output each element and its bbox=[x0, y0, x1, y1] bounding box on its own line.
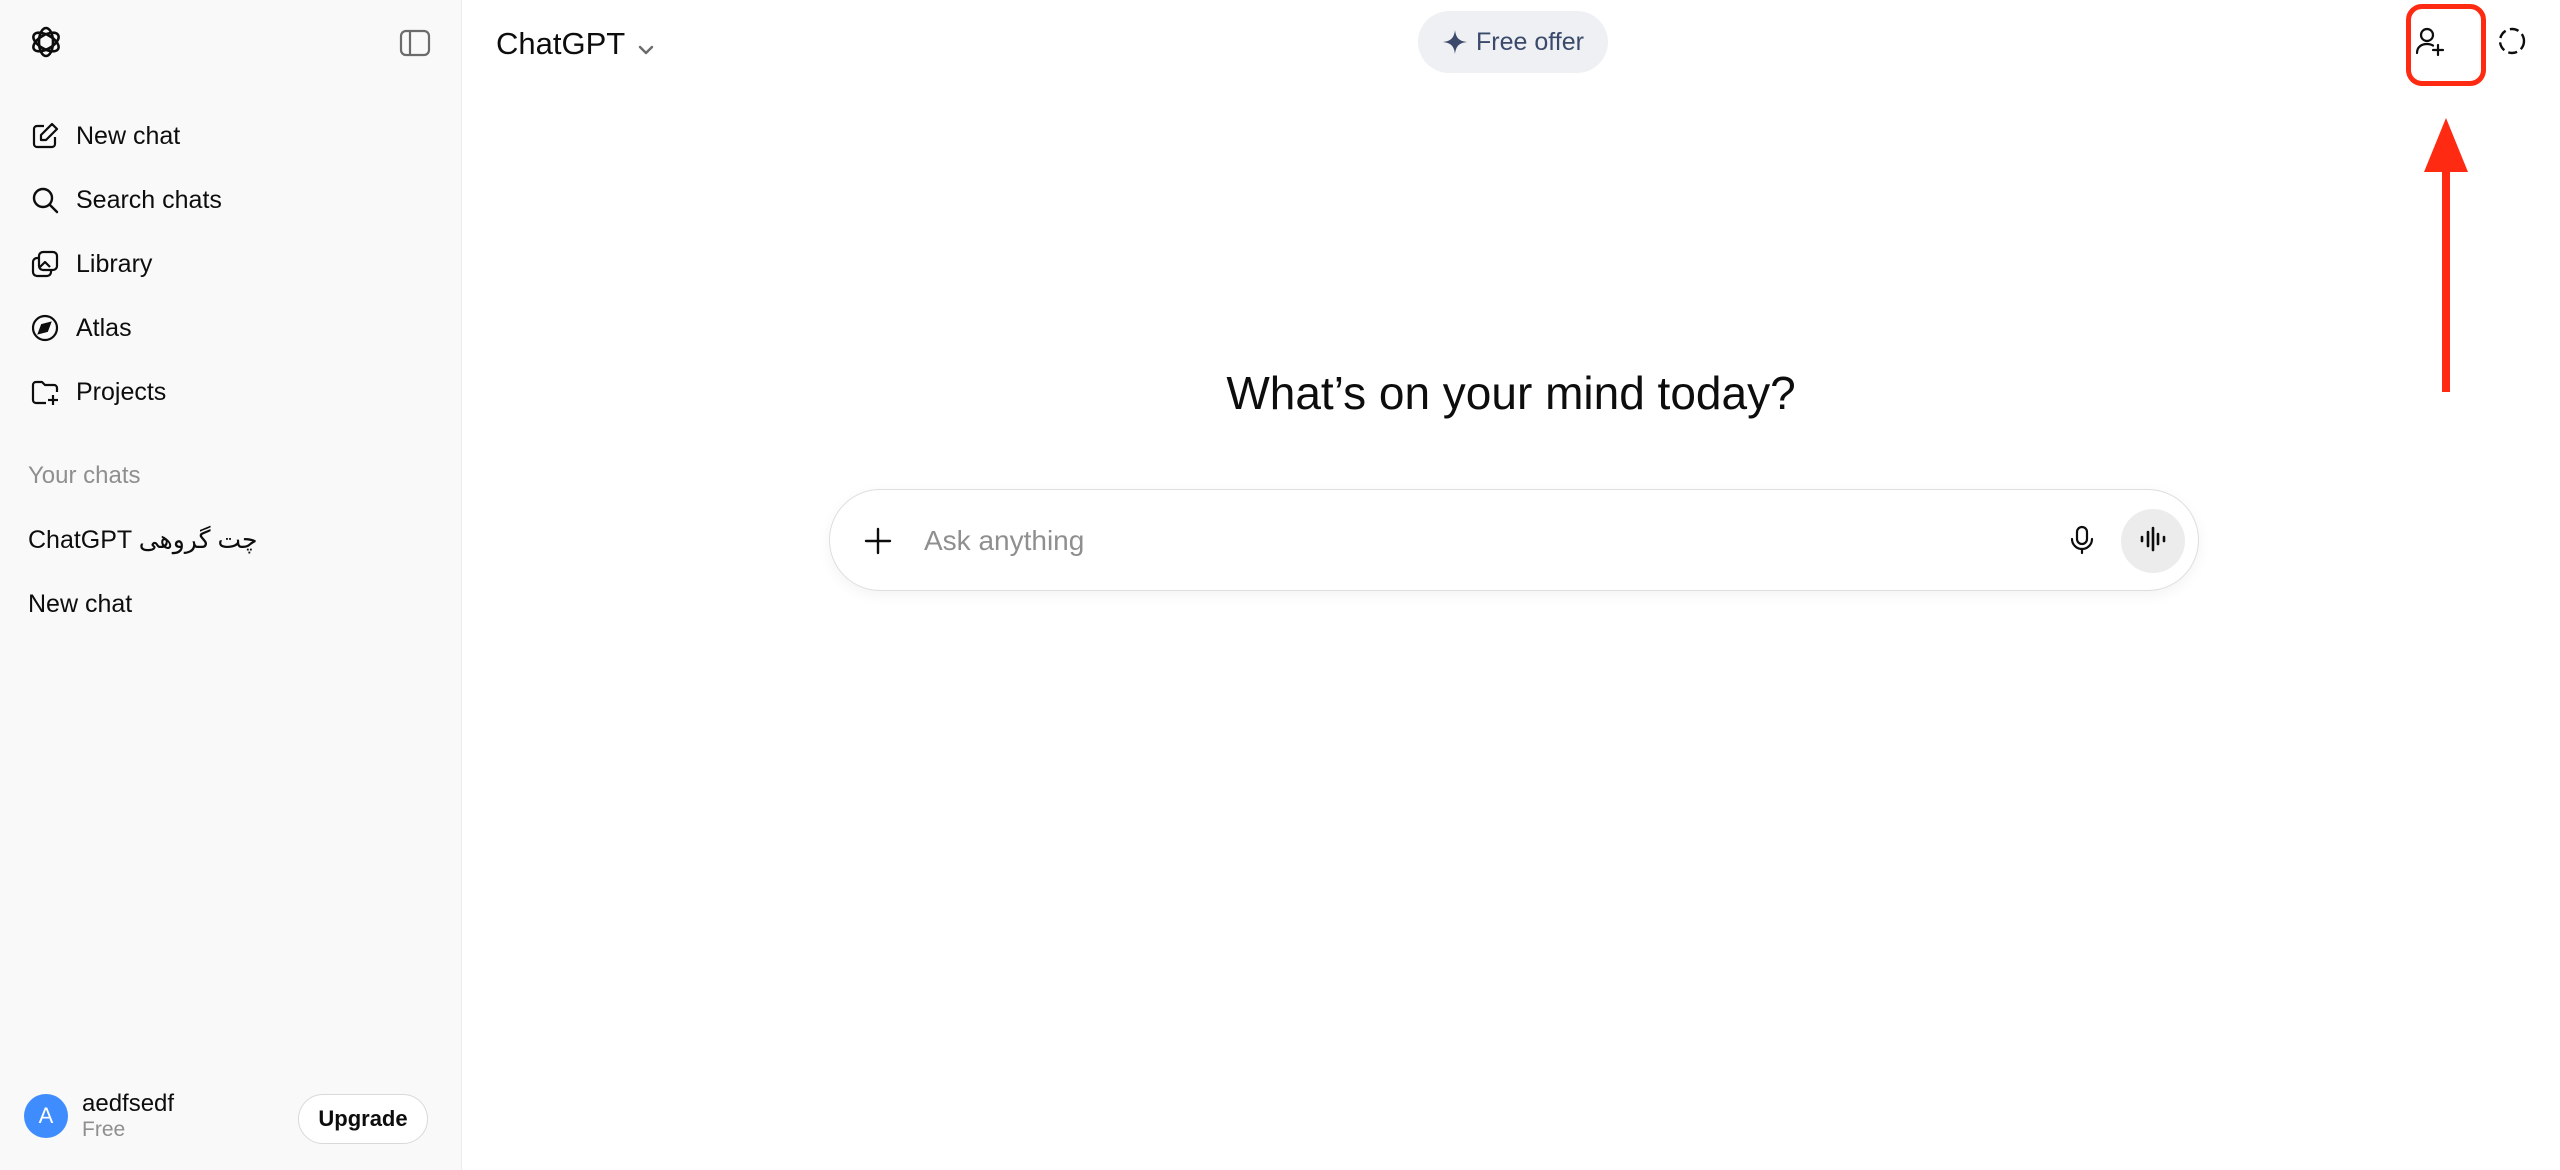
dashed-circle-icon bbox=[2496, 25, 2528, 62]
new-chat-icon bbox=[28, 119, 62, 153]
chat-history-list: ChatGPT چت گروهی New chat bbox=[12, 508, 450, 636]
annotation-arrow-icon bbox=[2424, 118, 2468, 392]
chevron-down-icon bbox=[635, 33, 657, 55]
avatar: A bbox=[24, 1094, 68, 1138]
sidebar: New chat Search chats Library Atlas Proj… bbox=[0, 0, 462, 1170]
openai-logo-icon[interactable] bbox=[26, 22, 66, 62]
user-plus-icon bbox=[2414, 25, 2446, 62]
main-panel: ChatGPT Free offer What’s on your mind t… bbox=[462, 0, 2560, 1170]
sidebar-item-atlas[interactable]: Atlas bbox=[12, 296, 450, 360]
folder-plus-icon bbox=[28, 375, 62, 409]
chat-history-item[interactable]: ChatGPT چت گروهی bbox=[12, 508, 450, 572]
sidebar-item-label: Search chats bbox=[76, 185, 222, 214]
prompt-input[interactable] bbox=[924, 516, 1924, 566]
sparkle-icon bbox=[1442, 29, 1468, 55]
sidebar-nav: New chat Search chats Library Atlas Proj… bbox=[12, 104, 450, 424]
sidebar-item-projects[interactable]: Projects bbox=[12, 360, 450, 424]
greeting-heading: What’s on your mind today? bbox=[1226, 367, 1796, 419]
search-icon bbox=[28, 183, 62, 217]
free-offer-label: Free offer bbox=[1476, 27, 1584, 56]
sidebar-item-label: Atlas bbox=[76, 313, 132, 342]
app-window: New chat Search chats Library Atlas Proj… bbox=[0, 0, 2560, 1170]
library-icon bbox=[28, 247, 62, 281]
voice-mode-button[interactable] bbox=[2121, 509, 2185, 573]
sidebar-item-library[interactable]: Library bbox=[12, 232, 450, 296]
add-people-button[interactable] bbox=[2406, 19, 2454, 67]
sidebar-item-label: Library bbox=[76, 249, 153, 278]
user-profile-row[interactable]: A aedfsedf Free Upgrade bbox=[0, 1062, 462, 1170]
sidebar-header bbox=[0, 0, 462, 84]
user-info: aedfsedf Free bbox=[82, 1090, 174, 1142]
microphone-icon[interactable] bbox=[2062, 520, 2102, 560]
sidebar-item-new-chat[interactable]: New chat bbox=[12, 104, 450, 168]
sidebar-item-label: New chat bbox=[76, 121, 181, 150]
sidebar-item-search-chats[interactable]: Search chats bbox=[12, 168, 450, 232]
chat-history-item[interactable]: New chat bbox=[12, 572, 450, 636]
your-chats-heading: Your chats bbox=[28, 462, 141, 489]
sidebar-toggle-icon[interactable] bbox=[398, 26, 432, 60]
user-plan: Free bbox=[82, 1117, 126, 1141]
user-name: aedfsedf bbox=[82, 1090, 175, 1118]
sound-wave-icon bbox=[2138, 524, 2168, 559]
composer bbox=[829, 489, 2199, 591]
upgrade-button[interactable]: Upgrade bbox=[298, 1094, 428, 1144]
model-selector[interactable]: ChatGPT bbox=[496, 22, 657, 66]
model-label: ChatGPT bbox=[496, 26, 626, 61]
temporary-chat-button[interactable] bbox=[2492, 23, 2532, 63]
free-offer-button[interactable]: Free offer bbox=[1418, 11, 1608, 73]
atlas-icon bbox=[28, 311, 62, 345]
sidebar-item-label: Projects bbox=[76, 377, 167, 406]
attach-plus-icon[interactable] bbox=[858, 521, 898, 561]
